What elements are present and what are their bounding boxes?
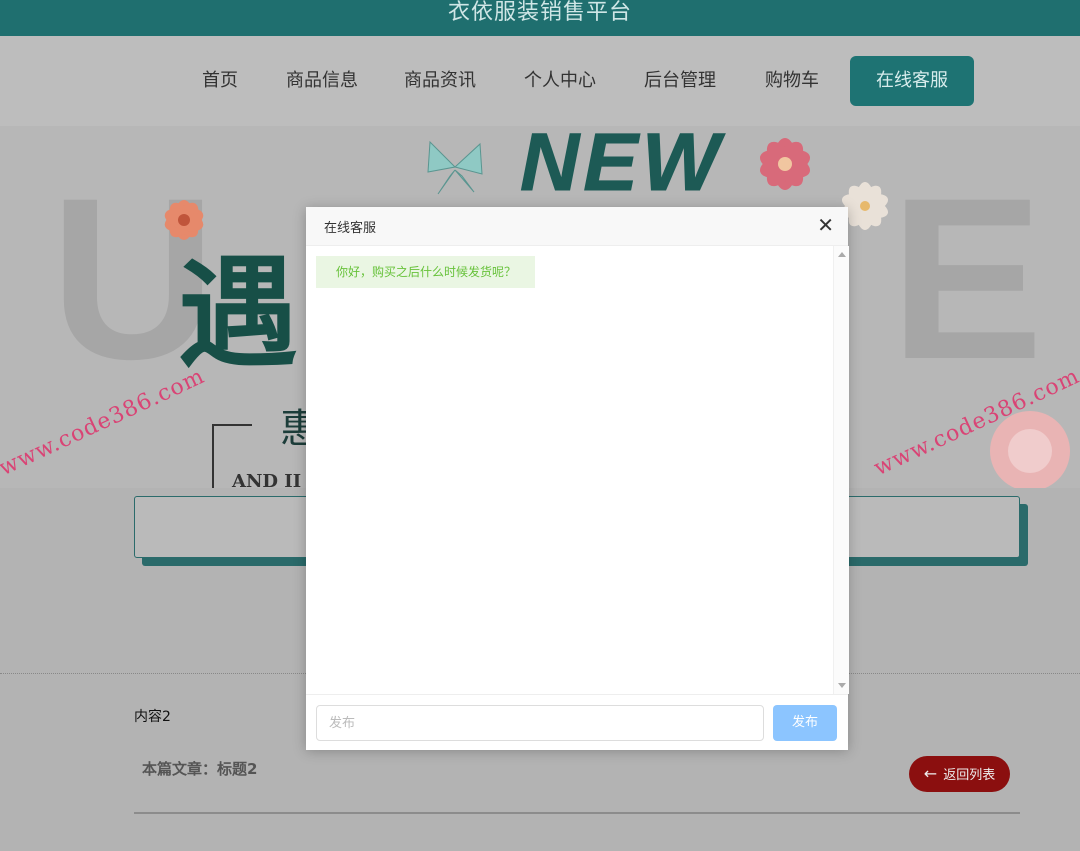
site-title: 衣依服装销售平台 [447, 0, 632, 25]
nav-item-home[interactable]: 首页 [202, 56, 238, 106]
main-nav: 首页 商品信息 商品资讯 个人中心 后台管理 购物车 在线客服 [0, 36, 1080, 126]
divider [134, 812, 1020, 814]
nav-item-news[interactable]: 商品资讯 [404, 56, 476, 106]
chat-modal: 在线客服 ✕ 你好，购买之后什么时候发货呢？ 发布 [306, 207, 849, 750]
nav-item-profile[interactable]: 个人中心 [524, 56, 596, 106]
butterfly-icon [427, 140, 483, 195]
back-to-list-label: 返回列表 [943, 768, 996, 783]
back-to-list-button[interactable]: ← 返回列表 [909, 756, 1010, 792]
scroll-up-icon[interactable] [838, 252, 846, 257]
send-button[interactable]: 发布 [773, 705, 837, 741]
modal-header: 在线客服 ✕ [306, 207, 848, 246]
chat-message: 你好，购买之后什么时候发货呢？ [316, 256, 535, 288]
nav-item-products[interactable]: 商品信息 [286, 56, 358, 106]
flower-icon [164, 200, 204, 240]
banner-english-text: AND II [232, 471, 302, 488]
message-input[interactable] [316, 705, 764, 741]
article-content: 内容2 [134, 709, 171, 725]
banner-new-text: NEW [519, 126, 724, 209]
chat-scrollbar[interactable] [833, 246, 849, 694]
article-title-line: 本篇文章：标题2 [142, 760, 258, 778]
chat-input-bar: 发布 [306, 694, 848, 750]
arrow-left-icon: ← [923, 764, 938, 783]
modal-title: 在线客服 [324, 221, 377, 236]
flower-icon [759, 138, 811, 190]
close-icon[interactable]: ✕ [817, 213, 834, 237]
chat-message-area[interactable]: 你好，购买之后什么时候发货呢？ [306, 246, 833, 694]
nav-item-online-service[interactable]: 在线客服 [850, 56, 974, 106]
banner-deco-letter: E [890, 150, 1044, 407]
scroll-down-icon[interactable] [838, 683, 846, 688]
top-bar: 衣依服装销售平台 [0, 0, 1080, 36]
nav-item-admin[interactable]: 后台管理 [644, 56, 716, 106]
nav-item-cart[interactable]: 购物车 [765, 56, 819, 106]
